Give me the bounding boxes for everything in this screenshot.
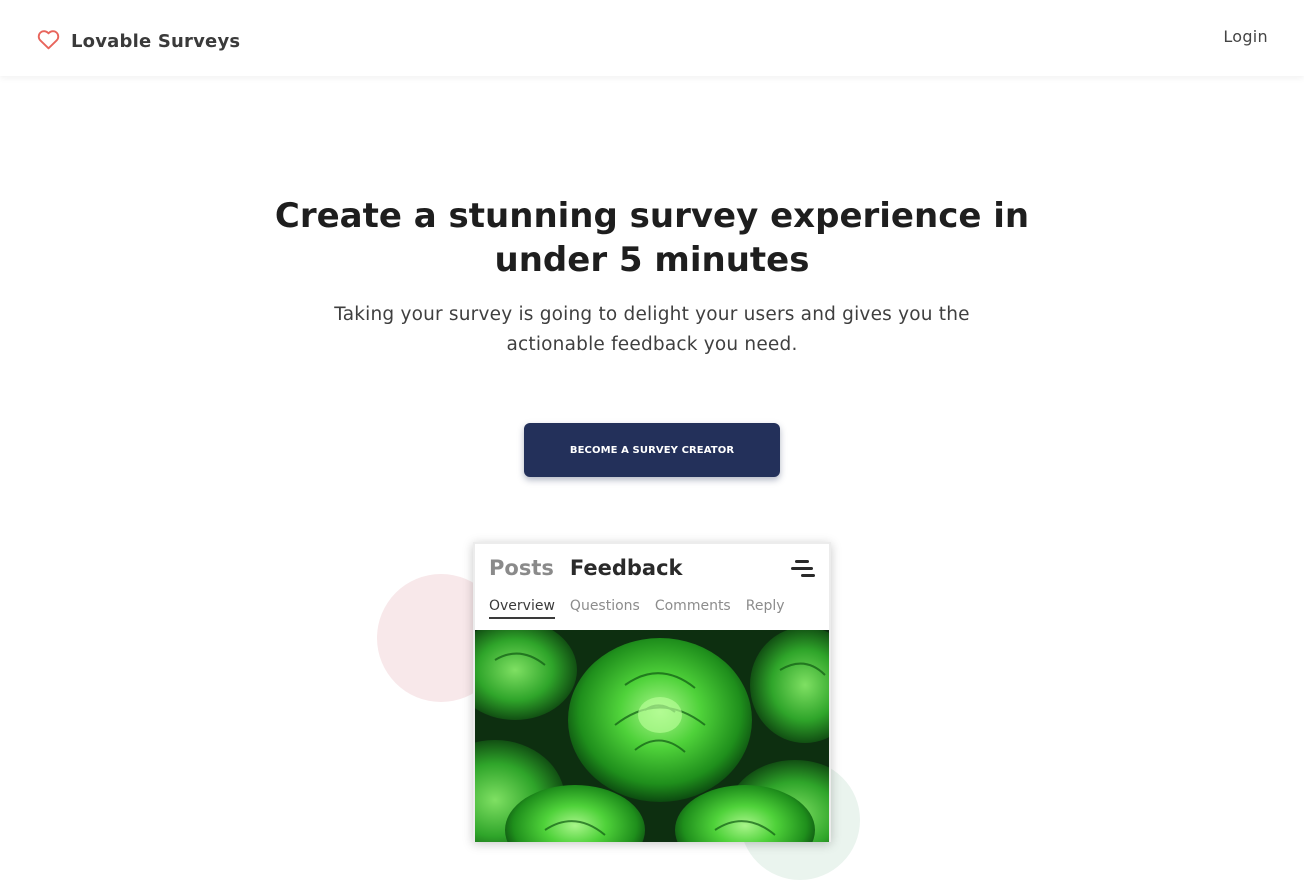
lettuce-photo [475,630,829,842]
hero-title: Create a stunning survey experience in u… [274,196,1030,280]
menu-icon [791,558,815,580]
hero-subtitle: Taking your survey is going to delight y… [334,304,970,355]
mockup-posts-title: Posts [489,556,554,580]
login-link[interactable]: Login [1223,27,1268,46]
tab-questions: Questions [569,598,640,614]
tab-overview: Overview [489,598,555,619]
become-survey-creator-button[interactable]: BECOME A SURVEY CREATOR [524,423,780,477]
tab-comments: Comments [654,598,731,614]
mockup-feedback-title: Feedback [569,556,683,580]
brand-name: Lovable Surveys [71,31,241,52]
mockup-header: Posts Feedback [489,556,683,580]
mockup-tabs: Overview Questions Comments Reply [489,598,785,619]
app-mockup: Posts Feedback Overview Questions Commen… [473,542,831,842]
brand-logo-link[interactable]: Lovable Surveys [36,27,240,56]
tab-reply: Reply [745,598,785,614]
heart-icon [36,27,61,56]
top-navbar: Lovable Surveys Login [0,0,1304,76]
